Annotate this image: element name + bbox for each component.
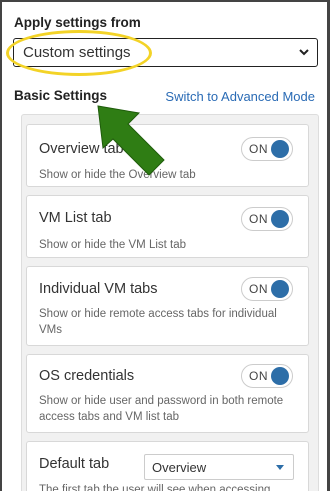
setting-title: Default tab xyxy=(39,456,110,472)
os-credentials-toggle[interactable]: ON xyxy=(241,364,293,388)
basic-settings-panel: Overview tab ON Show or hide the Overvie… xyxy=(21,114,319,491)
setting-title: Overview tab xyxy=(39,141,124,157)
toggle-label: ON xyxy=(249,142,268,156)
setting-card-individual-vm-tabs: Individual VM tabs ON Show or hide remot… xyxy=(26,266,309,346)
default-tab-value: Overview xyxy=(152,460,207,475)
toggle-label: ON xyxy=(249,369,268,383)
setting-card-default-tab: Default tab Overview The first tab the u… xyxy=(26,441,309,491)
toggle-knob xyxy=(271,210,289,228)
default-tab-dropdown[interactable]: Overview xyxy=(144,454,294,480)
toggle-knob xyxy=(271,280,289,298)
basic-settings-heading: Basic Settings xyxy=(14,88,108,103)
apply-settings-label: Apply settings from xyxy=(14,15,141,30)
apply-settings-value: Custom settings xyxy=(23,44,131,61)
setting-title: VM List tab xyxy=(39,210,112,226)
setting-description: The first tab the user will see when acc… xyxy=(39,484,271,491)
vm-list-toggle[interactable]: ON xyxy=(241,207,293,231)
switch-advanced-mode-link[interactable]: Switch to Advanced Mode xyxy=(165,89,315,104)
setting-title: OS credentials xyxy=(39,368,135,384)
chevron-down-icon xyxy=(299,49,309,56)
toggle-knob xyxy=(271,367,289,385)
caret-down-icon xyxy=(276,465,284,470)
setting-title: Individual VM tabs xyxy=(39,281,158,297)
setting-description: Show or hide the VM List tab xyxy=(39,239,187,251)
setting-description: Show or hide remote access tabs for indi… xyxy=(39,308,277,336)
toggle-knob xyxy=(271,140,289,158)
apply-settings-select[interactable]: Custom settings xyxy=(13,38,318,67)
setting-card-overview: Overview tab ON Show or hide the Overvie… xyxy=(26,124,309,187)
setting-card-os-credentials: OS credentials ON Show or hide user and … xyxy=(26,354,309,433)
setting-card-vm-list: VM List tab ON Show or hide the VM List … xyxy=(26,195,309,258)
settings-window: Apply settings from Custom settings Basi… xyxy=(0,0,330,491)
overview-toggle[interactable]: ON xyxy=(241,137,293,161)
setting-description: Show or hide the Overview tab xyxy=(39,169,196,181)
toggle-label: ON xyxy=(249,212,268,226)
setting-description: Show or hide user and password in both r… xyxy=(39,395,284,423)
individual-vm-tabs-toggle[interactable]: ON xyxy=(241,277,293,301)
toggle-label: ON xyxy=(249,282,268,296)
